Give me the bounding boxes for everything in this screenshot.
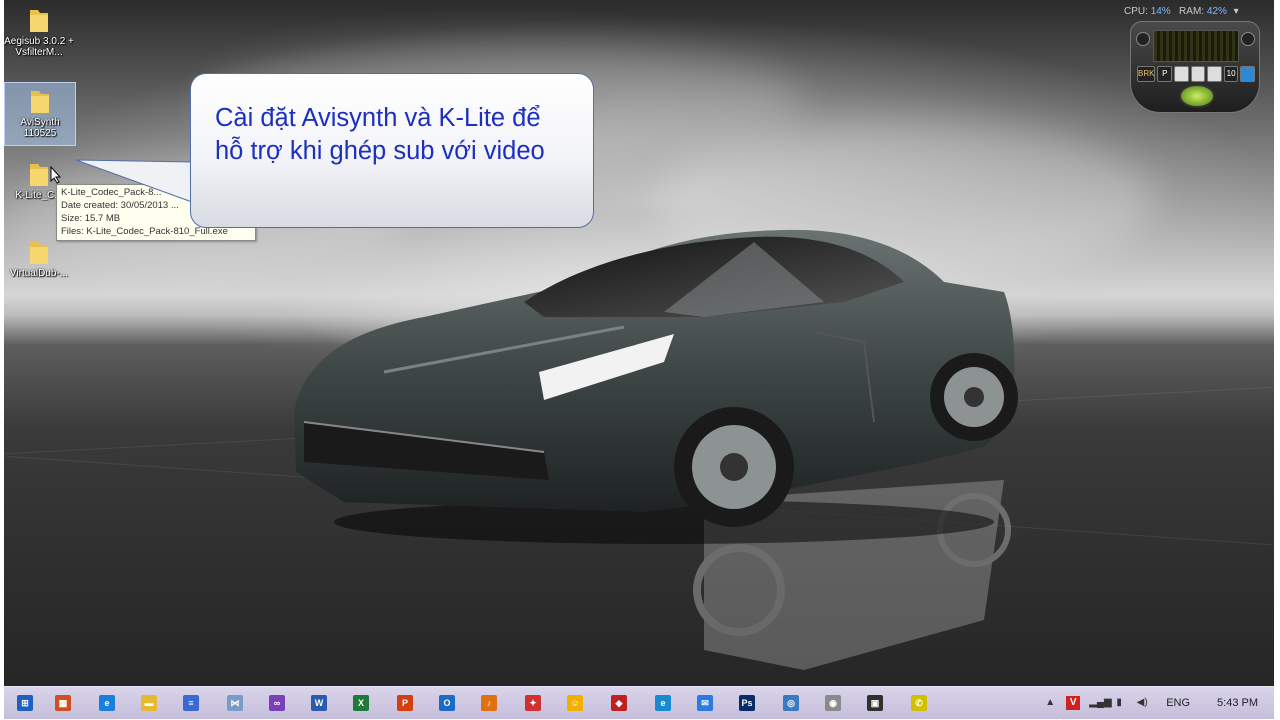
gadget-button[interactable]	[1190, 66, 1206, 82]
globe-icon[interactable]: ◎	[780, 692, 802, 714]
phone-app-icon-glyph: ✆	[911, 695, 927, 711]
camera-app-icon-glyph: ◉	[825, 695, 841, 711]
system-tray: ▲ V ▂▄▆ ▮ ◀) ENG 5:43 PM	[1043, 687, 1258, 719]
shield-icon-glyph: ◆	[611, 695, 627, 711]
power-button-icon[interactable]	[1179, 84, 1215, 108]
desktop-icon-label: Aegisub 3.0.2 + VsfilterM...	[4, 36, 74, 58]
desktop-icon-aegisub[interactable]: Aegisub 3.0.2 + VsfilterM...	[4, 2, 74, 58]
calculator-icon-glyph: ▦	[55, 695, 71, 711]
gadget-button-brk[interactable]: BRK	[1137, 66, 1156, 82]
battery-icon[interactable]: ▮	[1112, 696, 1126, 710]
signal-icon[interactable]: ▂▄▆	[1089, 696, 1111, 710]
gadget-button[interactable]	[1207, 66, 1222, 82]
knob-icon[interactable]	[1241, 32, 1255, 46]
taskbar-clock[interactable]: 5:43 PM	[1217, 697, 1258, 709]
phone-app-icon[interactable]: ✆	[908, 692, 930, 714]
emoji-messenger-icon-glyph: ☺	[567, 695, 583, 711]
outlook-icon[interactable]: O	[436, 692, 458, 714]
network-app-icon[interactable]: ⋈	[224, 692, 246, 714]
gadget-body: BRK P 10	[1130, 21, 1260, 113]
file-explorer-icon[interactable]: ▬	[138, 692, 160, 714]
gadget-button[interactable]	[1174, 66, 1189, 82]
annotation-callout: Cài đặt Avisynth và K-Lite để hỗ trợ khi…	[190, 73, 594, 228]
paint-app-icon[interactable]: ▣	[864, 692, 886, 714]
calculator-icon[interactable]: ▦	[52, 692, 74, 714]
powerpoint-icon-glyph: P	[397, 695, 413, 711]
gadget-buttons: BRK P 10	[1137, 66, 1256, 82]
globe-icon-glyph: ◎	[783, 695, 799, 711]
paint-app-icon-glyph: ▣	[867, 695, 883, 711]
cloud-app-icon[interactable]: ✉	[694, 692, 716, 714]
gadget-button-10[interactable]: 10	[1223, 66, 1239, 82]
network-app-icon-glyph: ⋈	[227, 695, 243, 711]
callout-tail	[75, 159, 193, 203]
media-player-icon-glyph: ♪	[481, 695, 497, 711]
media-player-icon[interactable]: ♪	[478, 692, 500, 714]
cpu-label: CPU:	[1124, 6, 1148, 17]
gadget-button-blue[interactable]	[1240, 66, 1256, 82]
start-button-glyph: ⊞	[17, 695, 33, 711]
desktop-icon-avisynth[interactable]: AviSynth 110525	[4, 82, 76, 146]
cloud-app-icon-glyph: ✉	[697, 695, 713, 711]
internet-explorer-icon-glyph: e	[99, 695, 115, 711]
emoji-messenger-icon[interactable]: ☺	[564, 692, 586, 714]
car-wallpaper-image	[294, 229, 1018, 544]
folder-icon	[28, 6, 50, 34]
language-indicator[interactable]: ENG	[1166, 697, 1190, 709]
stack-app-icon-glyph: ≡	[183, 695, 199, 711]
gadget-stats: CPU: 14% RAM: 42% ▾	[1124, 6, 1239, 17]
browser-icon-glyph: e	[655, 695, 671, 711]
folder-icon	[28, 160, 50, 188]
stack-app-icon[interactable]: ≡	[180, 692, 202, 714]
start-button[interactable]: ⊞	[14, 692, 36, 714]
photoshop-icon-glyph: Ps	[739, 695, 755, 711]
callout-text: Cài đặt Avisynth và K-Lite để hỗ trợ khi…	[215, 104, 545, 165]
gadget-button-p[interactable]: P	[1157, 66, 1173, 82]
mouse-cursor-icon	[50, 166, 62, 184]
ram-label: RAM:	[1179, 6, 1205, 17]
photoshop-icon[interactable]: Ps	[736, 692, 758, 714]
tool-icon-glyph: ✦	[525, 695, 541, 711]
tool-icon[interactable]: ✦	[522, 692, 544, 714]
desktop-icon-label: VirtualDub-...	[9, 268, 69, 279]
antivirus-tray-icon[interactable]: V	[1066, 696, 1081, 710]
cpu-value: 14%	[1150, 6, 1171, 17]
desktop-icon-label: AviSynth 110525	[20, 117, 60, 139]
volume-icon[interactable]: ◀)	[1135, 696, 1149, 710]
knob-icon[interactable]	[1136, 32, 1150, 46]
internet-explorer-icon[interactable]: e	[96, 692, 118, 714]
file-explorer-icon-glyph: ▬	[141, 695, 157, 711]
visual-studio-icon-glyph: ∞	[269, 695, 285, 711]
word-icon-glyph: W	[311, 695, 327, 711]
camera-app-icon[interactable]: ◉	[822, 692, 844, 714]
show-hidden-icons-icon[interactable]: ▲	[1043, 696, 1057, 710]
folder-icon	[28, 238, 50, 266]
browser-icon[interactable]: e	[652, 692, 674, 714]
excel-icon-glyph: X	[353, 695, 369, 711]
excel-icon[interactable]: X	[350, 692, 372, 714]
ram-value: 42%	[1206, 6, 1227, 17]
gadget-equalizer-screen	[1153, 30, 1239, 62]
taskbar: ⊞ ▦ e ▬ ≡ ⋈ ∞ W X P O ♪ ✦ ☺ ◆ e ✉ Ps ◎ ◉ ▣ ✆ ▲ V ▂▄▆ ▮ ◀) ENG…	[4, 686, 1274, 719]
gadget-menu-icon[interactable]: ▾	[1234, 6, 1239, 17]
desktop[interactable]: Aegisub 3.0.2 + VsfilterM... AviSynth 11…	[4, 0, 1274, 686]
visual-studio-icon[interactable]: ∞	[266, 692, 288, 714]
outlook-icon-glyph: O	[439, 695, 455, 711]
word-icon[interactable]: W	[308, 692, 330, 714]
folder-icon	[29, 87, 51, 115]
system-monitor-gadget[interactable]: CPU: 14% RAM: 42% ▾ BRK P 10	[1112, 1, 1274, 113]
shield-icon[interactable]: ◆	[608, 692, 630, 714]
powerpoint-icon[interactable]: P	[394, 692, 416, 714]
